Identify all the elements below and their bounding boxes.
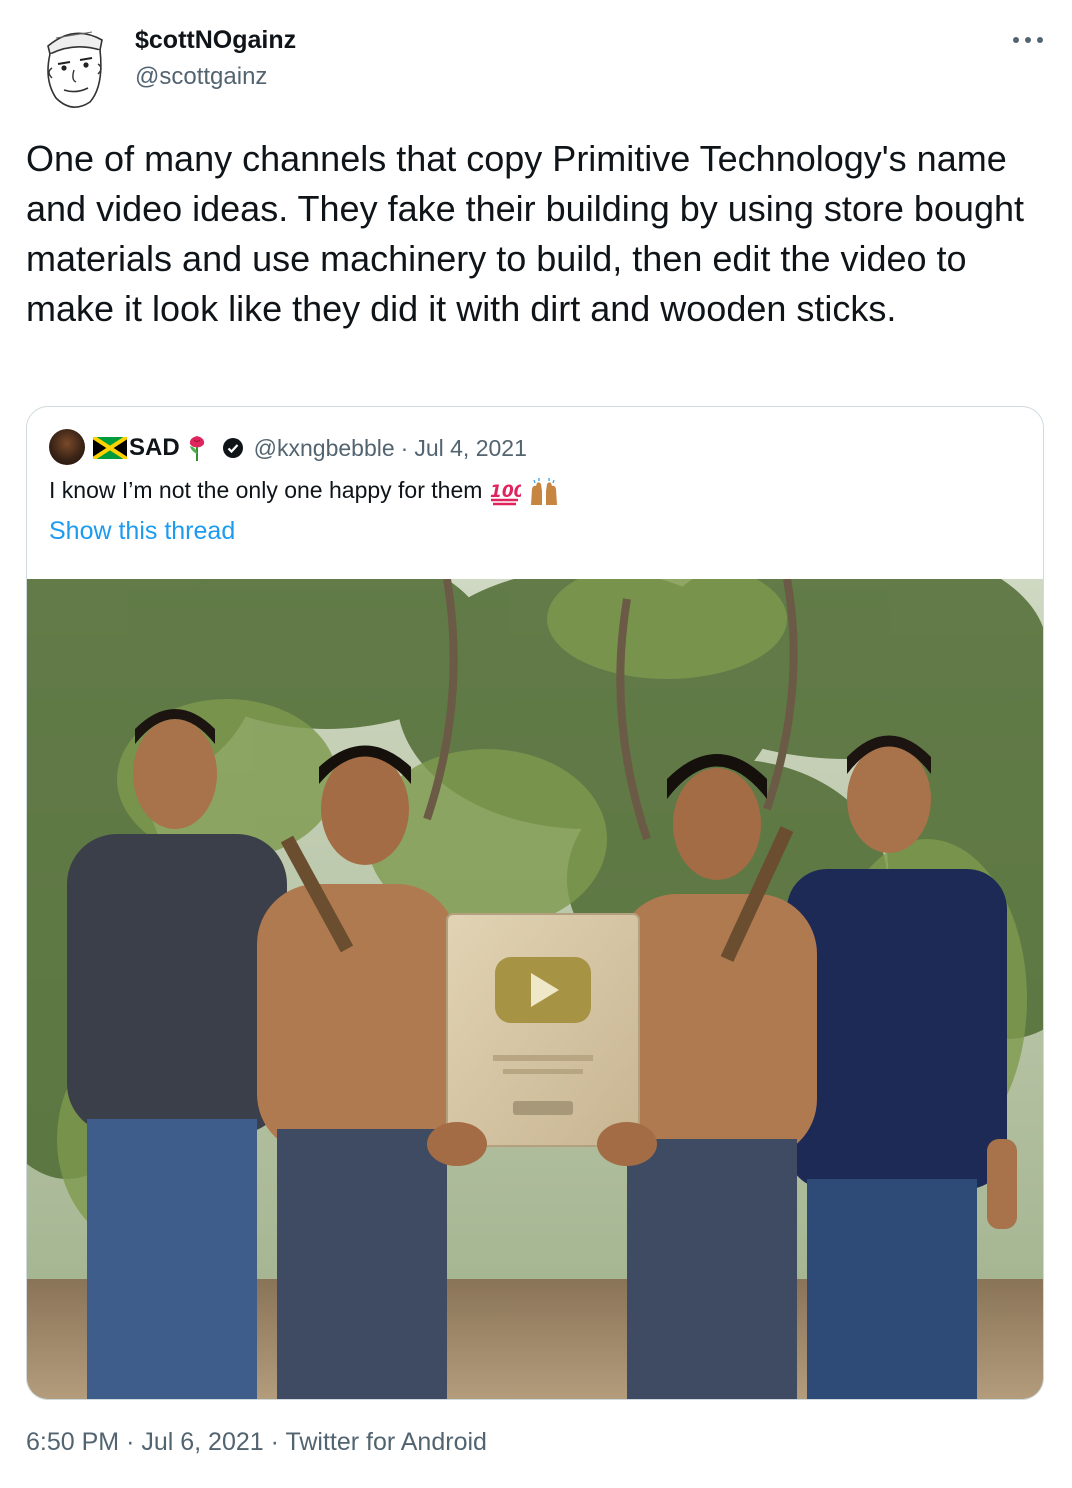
tweet-source[interactable]: Twitter for Android: [285, 1428, 486, 1456]
tweet-text: One of many channels that copy Primitive…: [26, 138, 1024, 329]
timestamp-separator: ·: [270, 1428, 279, 1456]
author-handle[interactable]: @scottgainz: [135, 63, 267, 91]
quoted-separator: ·: [400, 434, 409, 461]
more-dot: [1025, 37, 1031, 43]
quoted-avatar[interactable]: [49, 429, 85, 465]
quoted-photo[interactable]: [27, 579, 1044, 1400]
more-icon[interactable]: [1008, 28, 1048, 52]
more-dot: [1013, 37, 1019, 43]
jamaica-flag-icon: [93, 437, 127, 459]
tweet: $cottNOgainz @scottgainz One of many cha…: [0, 0, 1072, 1488]
hundred-points-emoji: 100: [490, 482, 521, 506]
quoted-header: SAD @kxngbebble · Jul 4, 2021: [93, 431, 527, 465]
quoted-date[interactable]: Jul 4, 2021: [414, 435, 527, 462]
quoted-tweet-card[interactable]: SAD @kxngbebble · Jul 4, 2021 I know I’m…: [26, 406, 1044, 1400]
timestamp-separator: ·: [126, 1428, 135, 1456]
tweet-date[interactable]: Jul 6, 2021: [141, 1428, 263, 1456]
more-dot: [1037, 37, 1043, 43]
quoted-handle[interactable]: @kxngbebble: [254, 435, 395, 462]
quoted-text-line: I know I’m not the only one happy for th…: [49, 477, 561, 507]
play-button-plaque: [446, 913, 640, 1147]
tweet-timestamp: 6:50 PM · Jul 6, 2021 · Twitter for Andr…: [26, 1428, 487, 1457]
author-avatar[interactable]: [26, 18, 122, 114]
quoted-display-name[interactable]: SAD: [129, 434, 180, 462]
verified-badge-icon: [222, 438, 243, 458]
avatar-drawing: [26, 18, 122, 114]
author-display-name[interactable]: $cottNOgainz: [135, 26, 296, 55]
rose-icon: [189, 436, 204, 461]
tweet-time[interactable]: 6:50 PM: [26, 1428, 119, 1456]
raising-hands-emoji: [531, 478, 558, 505]
quoted-text: I know I’m not the only one happy for th…: [49, 477, 483, 504]
show-thread-link[interactable]: Show this thread: [49, 517, 235, 546]
